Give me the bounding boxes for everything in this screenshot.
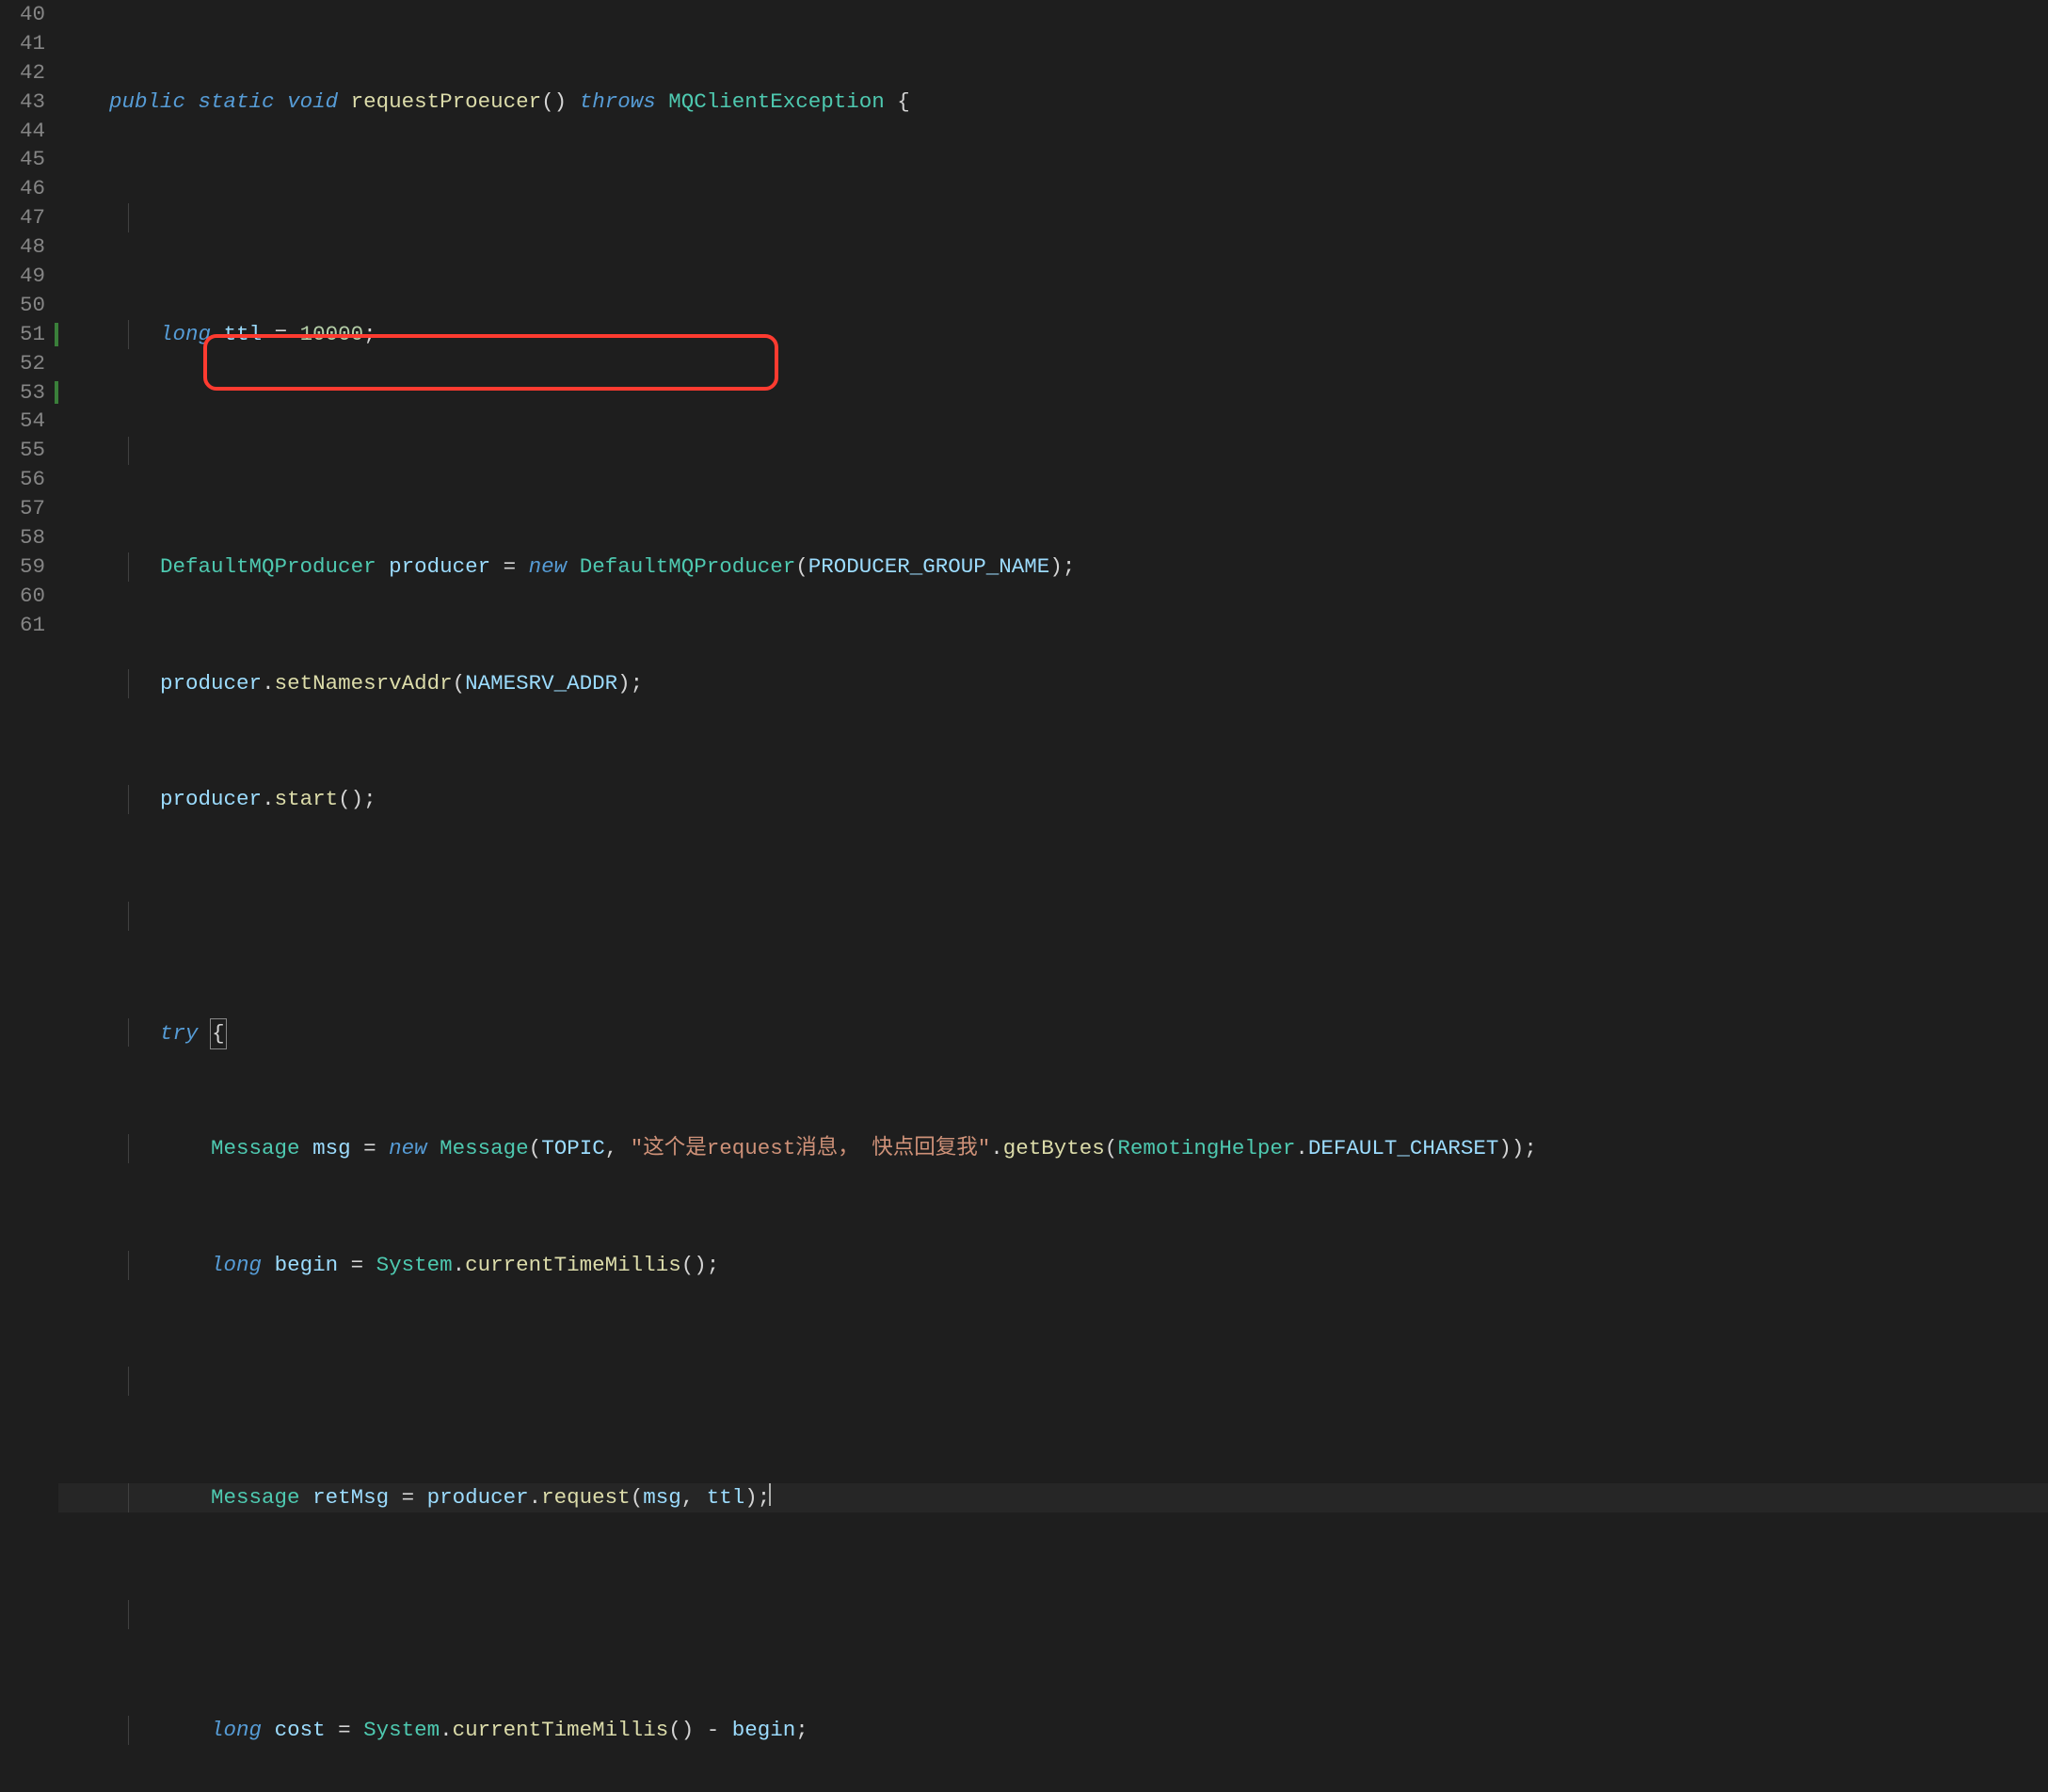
keyword: new bbox=[529, 554, 568, 579]
code-line[interactable]: producer.start(); bbox=[58, 785, 2048, 814]
variable: producer bbox=[160, 671, 262, 696]
constant: DEFAULT_CHARSET bbox=[1308, 1136, 1499, 1160]
line-number: 52 bbox=[0, 349, 58, 378]
variable: msg bbox=[643, 1485, 681, 1510]
brace-match-icon: { bbox=[210, 1018, 227, 1049]
line-number: 56 bbox=[0, 465, 58, 494]
code-line[interactable] bbox=[58, 1600, 2048, 1629]
keyword: long bbox=[211, 1253, 262, 1277]
line-number: 61 bbox=[0, 611, 58, 640]
variable: producer bbox=[427, 1485, 529, 1510]
type: DefaultMQProducer bbox=[580, 554, 796, 579]
variable: cost bbox=[275, 1718, 326, 1742]
number-literal: 10000 bbox=[300, 322, 364, 346]
line-number: 49 bbox=[0, 262, 58, 291]
keyword: long bbox=[160, 322, 211, 346]
code-line[interactable]: public static void requestProeucer() thr… bbox=[58, 88, 2048, 117]
code-line[interactable] bbox=[58, 1367, 2048, 1396]
line-number: 46 bbox=[0, 174, 58, 203]
keyword: long bbox=[211, 1718, 262, 1742]
code-line[interactable] bbox=[58, 203, 2048, 232]
variable: producer bbox=[160, 787, 262, 811]
variable: ttl bbox=[707, 1485, 745, 1510]
code-editor[interactable]: 40 41 42 43 44 45 46 47 48 49 50 51 52 5… bbox=[0, 0, 2048, 896]
line-number: 57 bbox=[0, 494, 58, 523]
line-number: 53 bbox=[0, 378, 58, 408]
line-number: 50 bbox=[0, 291, 58, 320]
code-line[interactable]: Message msg = new Message(TOPIC, "这个是req… bbox=[58, 1134, 2048, 1163]
function-call: currentTimeMillis bbox=[465, 1253, 681, 1277]
constant: NAMESRV_ADDR bbox=[465, 671, 617, 696]
code-line[interactable]: DefaultMQProducer producer = new Default… bbox=[58, 552, 2048, 582]
line-number-gutter: 40 41 42 43 44 45 46 47 48 49 50 51 52 5… bbox=[0, 0, 58, 896]
code-line[interactable]: Message retMsg = producer.request(msg, t… bbox=[58, 1483, 2048, 1512]
line-number: 54 bbox=[0, 407, 58, 436]
line-number: 51 bbox=[0, 320, 58, 349]
keyword: new bbox=[389, 1136, 427, 1160]
line-number: 58 bbox=[0, 523, 58, 552]
line-number: 44 bbox=[0, 117, 58, 146]
code-line[interactable] bbox=[58, 437, 2048, 466]
keyword: void bbox=[287, 89, 338, 114]
code-line[interactable]: try { bbox=[58, 1018, 2048, 1048]
line-number: 47 bbox=[0, 203, 58, 232]
variable: retMsg bbox=[312, 1485, 389, 1510]
type: Message bbox=[211, 1485, 300, 1510]
variable: begin bbox=[275, 1253, 339, 1277]
type: Message bbox=[211, 1136, 300, 1160]
type: RemotingHelper bbox=[1117, 1136, 1295, 1160]
string-literal: "这个是request消息， 快点回复我" bbox=[631, 1136, 991, 1160]
code-line[interactable]: long ttl = 10000; bbox=[58, 320, 2048, 349]
keyword: static bbox=[199, 89, 275, 114]
function-call: start bbox=[275, 787, 339, 811]
line-number: 43 bbox=[0, 88, 58, 117]
variable: msg bbox=[312, 1136, 351, 1160]
code-area[interactable]: public static void requestProeucer() thr… bbox=[58, 0, 2048, 896]
code-line[interactable]: long cost = System.currentTimeMillis() -… bbox=[58, 1716, 2048, 1745]
keyword: public bbox=[109, 89, 185, 114]
line-number: 60 bbox=[0, 582, 58, 611]
variable: ttl bbox=[224, 322, 263, 346]
line-number: 41 bbox=[0, 29, 58, 58]
function-call: setNamesrvAddr bbox=[275, 671, 453, 696]
text-cursor-icon bbox=[769, 1483, 771, 1506]
constant: TOPIC bbox=[541, 1136, 605, 1160]
line-number: 45 bbox=[0, 145, 58, 174]
keyword: try bbox=[160, 1021, 199, 1046]
constant: PRODUCER_GROUP_NAME bbox=[808, 554, 1050, 579]
line-number: 48 bbox=[0, 232, 58, 262]
type: Message bbox=[440, 1136, 529, 1160]
type: System bbox=[376, 1253, 453, 1277]
variable: producer bbox=[389, 554, 490, 579]
line-number: 40 bbox=[0, 0, 58, 29]
function-call: getBytes bbox=[1003, 1136, 1105, 1160]
type: MQClientException bbox=[668, 89, 885, 114]
function-name: requestProeucer bbox=[351, 89, 542, 114]
type: DefaultMQProducer bbox=[160, 554, 376, 579]
function-call: currentTimeMillis bbox=[453, 1718, 669, 1742]
function-call: request bbox=[541, 1485, 631, 1510]
line-number: 42 bbox=[0, 58, 58, 88]
code-line[interactable] bbox=[58, 902, 2048, 931]
keyword: throws bbox=[580, 89, 656, 114]
line-number: 55 bbox=[0, 436, 58, 465]
code-line[interactable]: long begin = System.currentTimeMillis(); bbox=[58, 1251, 2048, 1280]
code-line[interactable]: producer.setNamesrvAddr(NAMESRV_ADDR); bbox=[58, 669, 2048, 698]
type: System bbox=[363, 1718, 440, 1742]
line-number: 59 bbox=[0, 552, 58, 582]
variable: begin bbox=[732, 1718, 796, 1742]
